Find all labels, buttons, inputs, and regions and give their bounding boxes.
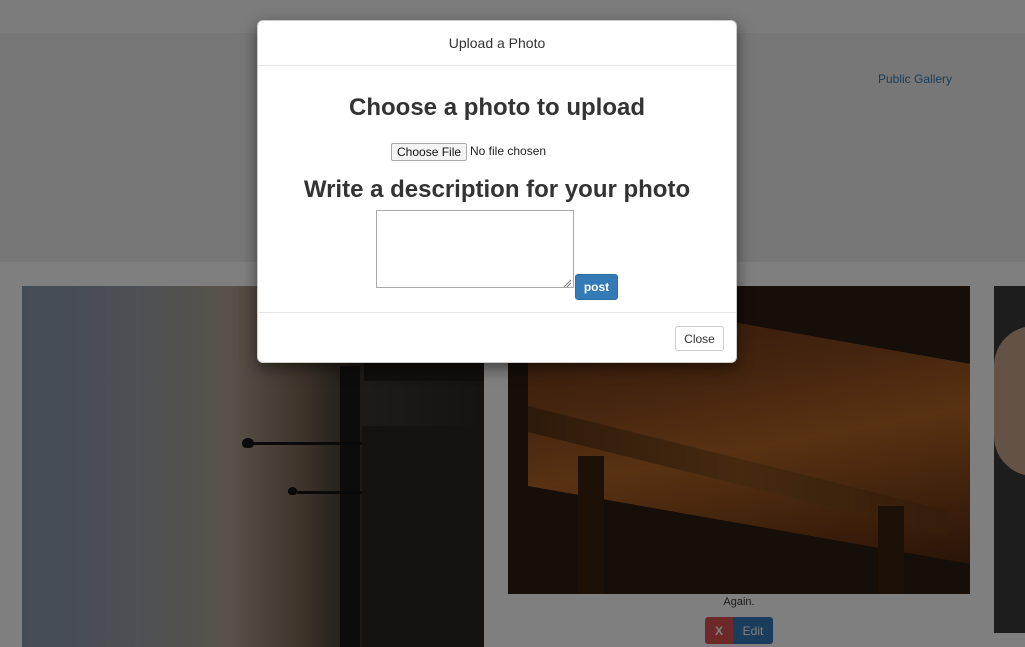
- resize-grip-icon[interactable]: [563, 279, 571, 287]
- upload-photo-modal: Upload a Photo Choose a photo to upload …: [257, 20, 737, 363]
- modal-title: Upload a Photo: [448, 35, 546, 51]
- choose-photo-heading: Choose a photo to upload: [349, 94, 645, 121]
- close-button[interactable]: Close: [675, 326, 724, 351]
- choose-file-button[interactable]: Choose File: [391, 143, 468, 161]
- description-heading: Write a description for your photo: [303, 176, 691, 203]
- post-button[interactable]: post: [575, 274, 618, 300]
- modal-header: Upload a Photo: [258, 21, 736, 66]
- description-textarea[interactable]: [376, 210, 574, 288]
- modal-footer: [258, 312, 736, 362]
- file-status-text: No file chosen: [470, 144, 547, 158]
